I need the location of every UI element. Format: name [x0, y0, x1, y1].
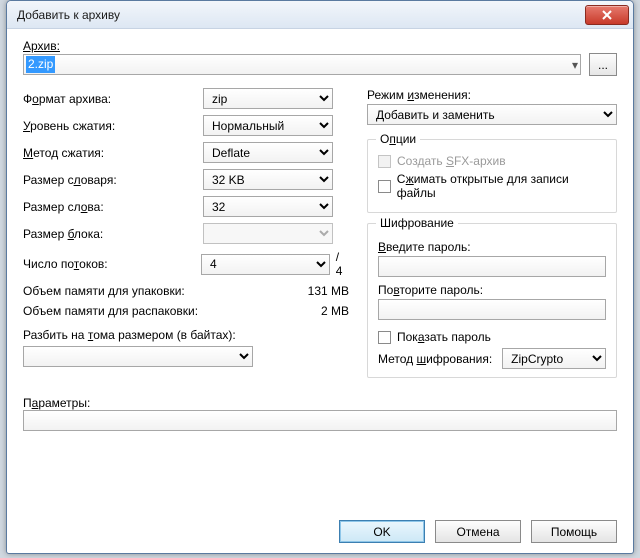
password-label: Введите пароль: [378, 240, 606, 254]
update-mode-select[interactable]: Добавить и заменить [367, 104, 617, 125]
ok-button-label: OK [373, 525, 390, 539]
archive-label-text: Архив: [23, 39, 60, 53]
threads-select[interactable]: 4 [201, 254, 330, 275]
browse-button[interactable]: ... [589, 53, 617, 76]
shared-label: Сжимать открытые для записи файлы [397, 172, 606, 200]
format-select[interactable]: zip [203, 88, 333, 109]
block-label: Размер блока: [23, 227, 203, 241]
threads-label: Число потоков: [23, 257, 201, 271]
word-select[interactable]: 32 [203, 196, 333, 217]
options-group: Опции Создать SFX-архив Сжимать открытые… [367, 139, 617, 213]
close-button[interactable] [585, 5, 629, 25]
encryption-group: Шифрование Введите пароль: Повторите пар… [367, 223, 617, 378]
mem-pack-value: 131 MB [289, 284, 349, 298]
button-bar: OK Отмена Помощь [339, 520, 617, 543]
level-select[interactable]: Нормальный [203, 115, 333, 136]
mem-pack-label: Объем памяти для упаковки: [23, 284, 289, 298]
show-password-label: Показать пароль [397, 330, 491, 344]
titlebar[interactable]: Добавить к архиву [7, 1, 633, 29]
level-label: Уровень сжатия: [23, 119, 203, 133]
format-label: Формат архива: [23, 92, 203, 106]
options-legend: Опции [376, 132, 420, 146]
cancel-button[interactable]: Отмена [435, 520, 521, 543]
sfx-label: Создать SFX-архив [397, 154, 506, 168]
archive-label: Архив: [23, 39, 617, 53]
close-icon [602, 10, 612, 20]
dict-select[interactable]: 32 KB [203, 169, 333, 190]
browse-button-label: ... [598, 58, 608, 72]
right-column: Режим изменения: Добавить и заменить Опц… [367, 88, 617, 388]
password-input[interactable] [378, 256, 606, 277]
enc-method-select[interactable]: ZipCrypto [502, 348, 606, 369]
mem-unpack-value: 2 MB [289, 304, 349, 318]
threads-max: / 4 [336, 250, 349, 278]
split-label: Разбить на тома размером (в байтах): [23, 328, 349, 342]
method-select[interactable]: Deflate [203, 142, 333, 163]
window-title: Добавить к архиву [17, 8, 585, 22]
split-combo[interactable] [23, 346, 253, 367]
dialog-window: Добавить к архиву Архив: 2.zip ▾ ... Фор… [6, 0, 634, 554]
show-password-checkbox[interactable] [378, 331, 391, 344]
dialog-body: Архив: 2.zip ▾ ... Формат архива: zip Ур… [7, 29, 633, 443]
help-button-label: Помощь [551, 525, 597, 539]
dict-label: Размер словаря: [23, 173, 203, 187]
cancel-button-label: Отмена [456, 525, 499, 539]
chevron-down-icon: ▾ [572, 58, 578, 72]
shared-checkbox[interactable] [378, 180, 391, 193]
encryption-legend: Шифрование [376, 216, 458, 230]
archive-path-value: 2.zip [26, 56, 55, 73]
enc-method-label: Метод шифрования: [378, 352, 492, 366]
ok-button[interactable]: OK [339, 520, 425, 543]
sfx-checkbox [378, 155, 391, 168]
archive-path-combo[interactable]: 2.zip ▾ [23, 54, 581, 75]
params-input[interactable] [23, 410, 617, 431]
left-column: Формат архива: zip Уровень сжатия: Норма… [23, 88, 349, 388]
block-select [203, 223, 333, 244]
params-label: Параметры: [23, 396, 617, 410]
update-mode-label: Режим изменения: [367, 88, 617, 102]
method-label: Метод сжатия: [23, 146, 203, 160]
password2-input[interactable] [378, 299, 606, 320]
password2-label: Повторите пароль: [378, 283, 606, 297]
help-button[interactable]: Помощь [531, 520, 617, 543]
mem-unpack-label: Объем памяти для распаковки: [23, 304, 289, 318]
word-label: Размер слова: [23, 200, 203, 214]
